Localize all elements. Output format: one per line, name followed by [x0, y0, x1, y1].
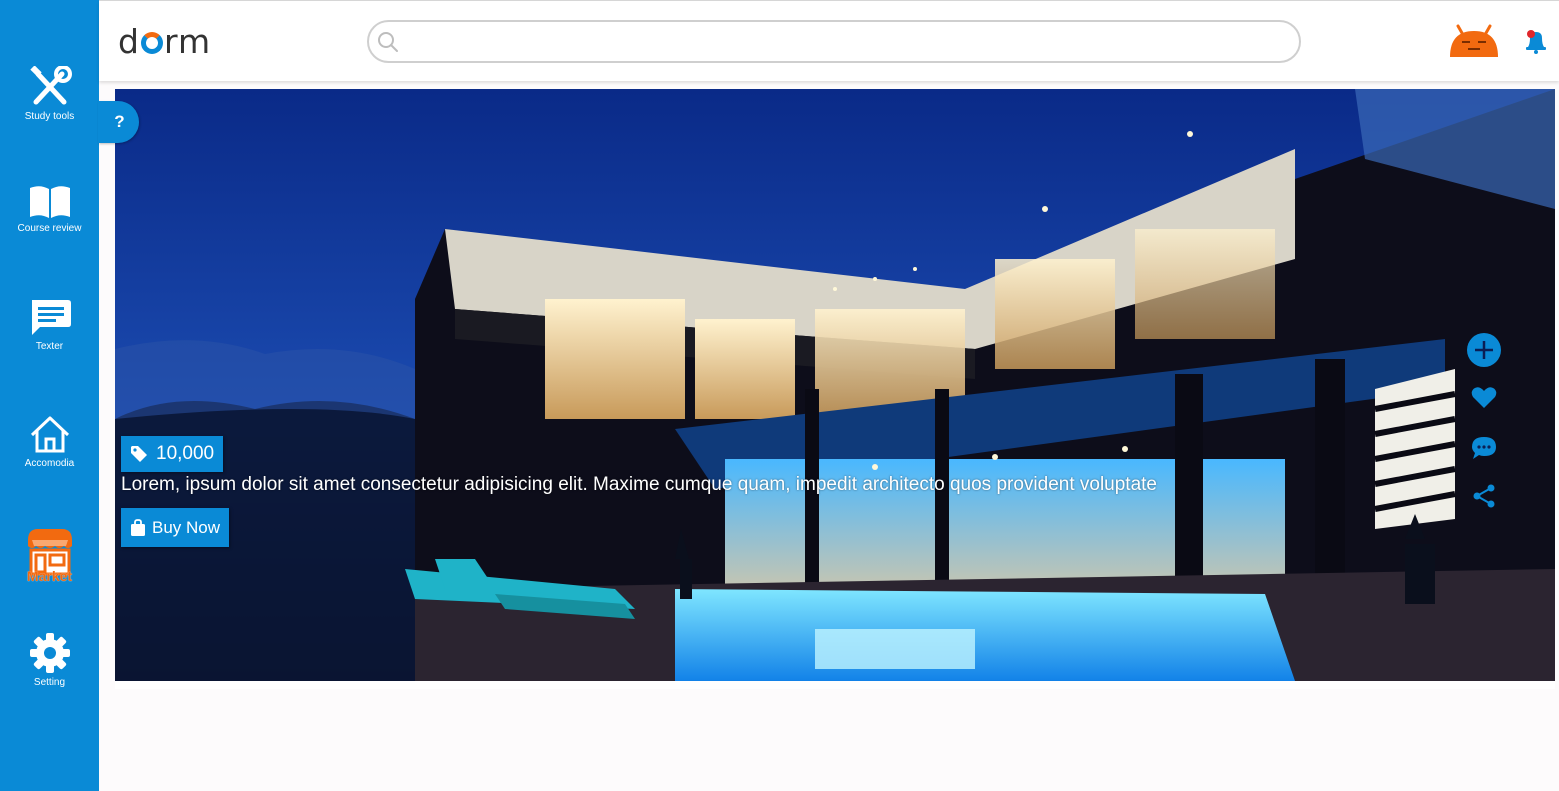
search-icon — [378, 31, 398, 52]
top-bar: d rm — [99, 0, 1559, 81]
share-icon — [1473, 484, 1495, 508]
heart-icon — [1471, 387, 1497, 408]
logo-o-icon — [140, 32, 163, 54]
tag-icon — [131, 446, 147, 462]
sidebar-item-label: Accomodia — [24, 458, 75, 469]
search-bar — [367, 20, 1301, 63]
gear-icon — [29, 633, 70, 673]
logo-text-start: d — [118, 21, 140, 61]
sidebar-item-label: Texter — [35, 341, 64, 352]
buy-now-label: Buy Now — [152, 517, 221, 537]
avatar[interactable] — [1448, 23, 1500, 59]
price-tag: 10,000 — [121, 436, 224, 472]
sidebar-item-course-review[interactable]: Course review — [0, 184, 99, 234]
listing-card-footer — [115, 681, 1555, 689]
add-button[interactable] — [1466, 332, 1502, 368]
sidebar-item-label: Study tools — [24, 111, 75, 122]
chat-icon — [31, 300, 71, 335]
like-button[interactable] — [1466, 380, 1502, 416]
sidebar-item-label: Market — [26, 568, 73, 584]
notification-bell-icon[interactable] — [1524, 28, 1548, 54]
listing-hero: 10,000 Lorem, ipsum dolor sit amet conse… — [115, 89, 1555, 681]
sidebar-item-label: Setting — [33, 677, 66, 688]
price-value: 10,000 — [156, 443, 215, 464]
search-input[interactable] — [405, 22, 1299, 61]
sidebar-item-setting[interactable]: Setting — [0, 632, 99, 688]
sidebar-item-texter[interactable]: Texter — [0, 298, 99, 352]
shopping-bag-icon — [131, 518, 145, 536]
buy-now-button[interactable]: Buy Now — [121, 508, 230, 547]
help-button[interactable]: ? — [98, 101, 139, 143]
sidebar-item-study-tools[interactable]: Study tools — [0, 66, 99, 122]
sidebar-item-accomodia[interactable]: Accomodia — [0, 415, 99, 469]
sidebar: Study tools Course review Texter Accomod… — [0, 0, 99, 791]
app-logo[interactable]: d rm — [118, 21, 211, 61]
home-icon — [30, 416, 69, 453]
logo-text-end: rm — [163, 21, 212, 61]
house-photo — [115, 89, 1555, 681]
plus-icon — [1467, 333, 1501, 367]
share-button[interactable] — [1466, 478, 1502, 514]
sidebar-item-market[interactable]: Market — [0, 526, 99, 584]
book-icon — [29, 186, 70, 218]
sidebar-item-label: Course review — [17, 223, 82, 234]
listing-description: Lorem, ipsum dolor sit amet consectetur … — [121, 474, 1158, 495]
tools-icon — [29, 66, 72, 105]
comment-icon — [1472, 437, 1496, 459]
comment-button[interactable] — [1466, 430, 1502, 466]
